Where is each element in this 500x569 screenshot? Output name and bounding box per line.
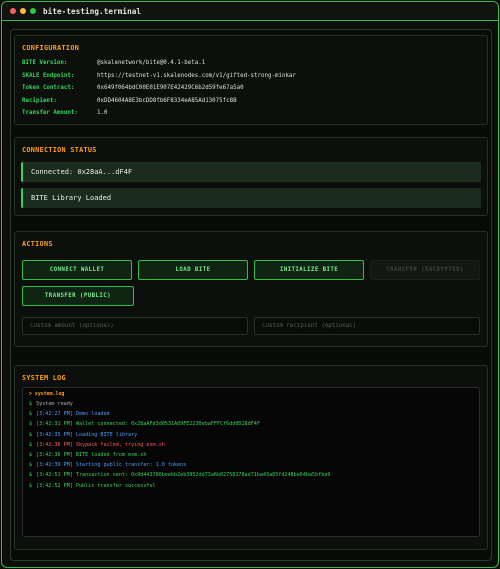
title-bar: bite-testing.terminal [2, 2, 498, 21]
config-label: Transfer Amount: [22, 110, 78, 117]
log-prompt: $ [29, 421, 33, 428]
config-row-transfer-amount: Transfer Amount: 1.0 [22, 107, 480, 120]
log-line: $ [3:42:27 PM] Demo loaded [29, 409, 473, 419]
log-message: Public transfer successful [75, 482, 156, 489]
log-line: $ [3:42:51 PM] Transaction sent: 0x9d44378… [29, 470, 473, 480]
log-line: $ System ready [29, 399, 473, 409]
config-row-bite-version: BITE Version: @skalenetwork/bite@0.4.1-b… [22, 57, 480, 70]
custom-amount-input[interactable] [22, 317, 248, 335]
minimize-window-icon[interactable] [20, 8, 26, 14]
config-value: 0xDD4604A8E3bcDD8fb6F8334eA85Ad13075fc8B [97, 97, 237, 104]
log-prompt: $ [29, 462, 33, 469]
log-line: $ [3:42:35 PM] Loading BITE library [29, 430, 473, 440]
connection-status-panel: CONNECTION STATUS Connected: 0x28aA...dF… [14, 137, 488, 216]
log-message: Demo loaded [75, 411, 110, 418]
log-line: $ [3:42:52 PM] Public transfer successful [29, 481, 473, 491]
config-value: https://testnet-v1.skalenodes.com/v1/gif… [97, 72, 296, 79]
log-message: System ready [36, 401, 73, 408]
log-timestamp: [3:42:51 PM] [36, 472, 73, 479]
log-prompt: $ [29, 441, 33, 448]
action-buttons-row-2: TRANSFER (PUBLIC) [22, 286, 480, 306]
log-timestamp: [3:42:36 PM] [36, 452, 73, 459]
transfer-public-button[interactable]: TRANSFER (PUBLIC) [22, 286, 134, 306]
config-row-skale-endpoint: SKALE Endpoint: https://testnet-v1.skale… [22, 70, 480, 83]
log-prompt: $ [29, 411, 33, 418]
log-prompt: $ [29, 431, 33, 438]
log-message: Wallet connected: 0x28aAFd3d0531A09FE223… [75, 421, 260, 428]
log-terminal[interactable]: > system.log $ System ready $ [3:42:27 PM] D… [22, 387, 480, 537]
system-log-panel: SYSTEM LOG > system.log $ System ready $ [3… [14, 365, 488, 550]
log-line: $ [3:42:36 PM] Skypack failed, trying esm.… [29, 440, 473, 450]
log-message: Loading BITE library [75, 431, 138, 438]
custom-inputs-row [22, 317, 480, 335]
custom-recipient-input[interactable] [254, 317, 480, 335]
log-header: > system.log [29, 391, 65, 397]
configuration-panel: CONFIGURATION BITE Version: @skalenetwor… [14, 35, 488, 125]
connect-wallet-button[interactable]: CONNECT WALLET [22, 260, 132, 280]
main-content: CONFIGURATION BITE Version: @skalenetwor… [10, 29, 492, 561]
config-value: 0x649f064bdC00E01E907E42429C6b2d59fe67a5… [97, 85, 244, 92]
maximize-window-icon[interactable] [30, 8, 36, 14]
system-log-title: SYSTEM LOG [22, 374, 66, 382]
initialize-bite-button[interactable]: INITIALIZE BITE [254, 260, 364, 280]
config-rows: BITE Version: @skalenetwork/bite@0.4.1-b… [22, 57, 480, 120]
actions-panel: ACTIONS CONNECT WALLET LOAD BITE INITIAL… [14, 231, 488, 347]
config-label: SKALE Endpoint: [22, 72, 75, 79]
log-line: $ [3:42:31 PM] Wallet connected: 0x28aAFd3… [29, 419, 473, 429]
bite-status-badge: BITE Library Loaded [21, 188, 481, 208]
config-label: Token Contract: [22, 85, 75, 92]
log-message: Transaction sent: 0x9d443786beebb2eb3952… [75, 472, 331, 479]
log-message: BITE loaded from esm.sh [75, 452, 147, 459]
config-row-token-contract: Token Contract: 0x649f064bdC00E01E907E42… [22, 82, 480, 95]
log-line: $ [3:42:36 PM] BITE loaded from esm.sh [29, 450, 473, 460]
window-title: bite-testing.terminal [43, 6, 142, 16]
log-prompt: $ [29, 452, 33, 459]
log-timestamp: [3:42:35 PM] [36, 431, 73, 438]
action-buttons-row: CONNECT WALLET LOAD BITE INITIALIZE BITE… [22, 260, 480, 280]
log-prompt: $ [29, 401, 33, 408]
log-lines: $ System ready $ [3:42:27 PM] Demo loaded $ [3… [29, 399, 473, 491]
load-bite-button[interactable]: LOAD BITE [138, 260, 248, 280]
log-message: Skypack failed, trying esm.sh [75, 441, 165, 448]
config-value: @skalenetwork/bite@0.4.1-beta.1 [97, 60, 206, 67]
log-timestamp: [3:42:39 PM] [36, 462, 73, 469]
log-prompt: $ [29, 482, 33, 489]
wallet-status-badge: Connected: 0x28aA...dF4F [21, 162, 481, 182]
log-timestamp: [3:42:27 PM] [36, 411, 73, 418]
config-label: BITE Version: [22, 60, 68, 67]
config-label: Recipient: [22, 97, 57, 104]
transfer-encrypted-button[interactable]: TRANSFER (ENCRYPTED) [370, 260, 480, 280]
actions-title: ACTIONS [22, 240, 53, 248]
config-row-recipient: Recipient: 0xDD4604A8E3bcDD8fb6F8334eA85… [22, 95, 480, 108]
log-prompt: $ [29, 472, 33, 479]
connection-status-title: CONNECTION STATUS [22, 146, 97, 154]
log-message: Starting public transfer: 1.0 tokens [75, 462, 187, 469]
log-line: $ [3:42:39 PM] Starting public transfer: 1… [29, 460, 473, 470]
terminal-window: bite-testing.terminal CONFIGURATION BITE… [1, 1, 499, 568]
configuration-title: CONFIGURATION [22, 44, 80, 52]
close-window-icon[interactable] [10, 8, 16, 14]
log-timestamp: [3:42:36 PM] [36, 441, 73, 448]
log-timestamp: [3:42:31 PM] [36, 421, 73, 428]
config-value: 1.0 [97, 110, 108, 117]
log-timestamp: [3:42:52 PM] [36, 482, 73, 489]
